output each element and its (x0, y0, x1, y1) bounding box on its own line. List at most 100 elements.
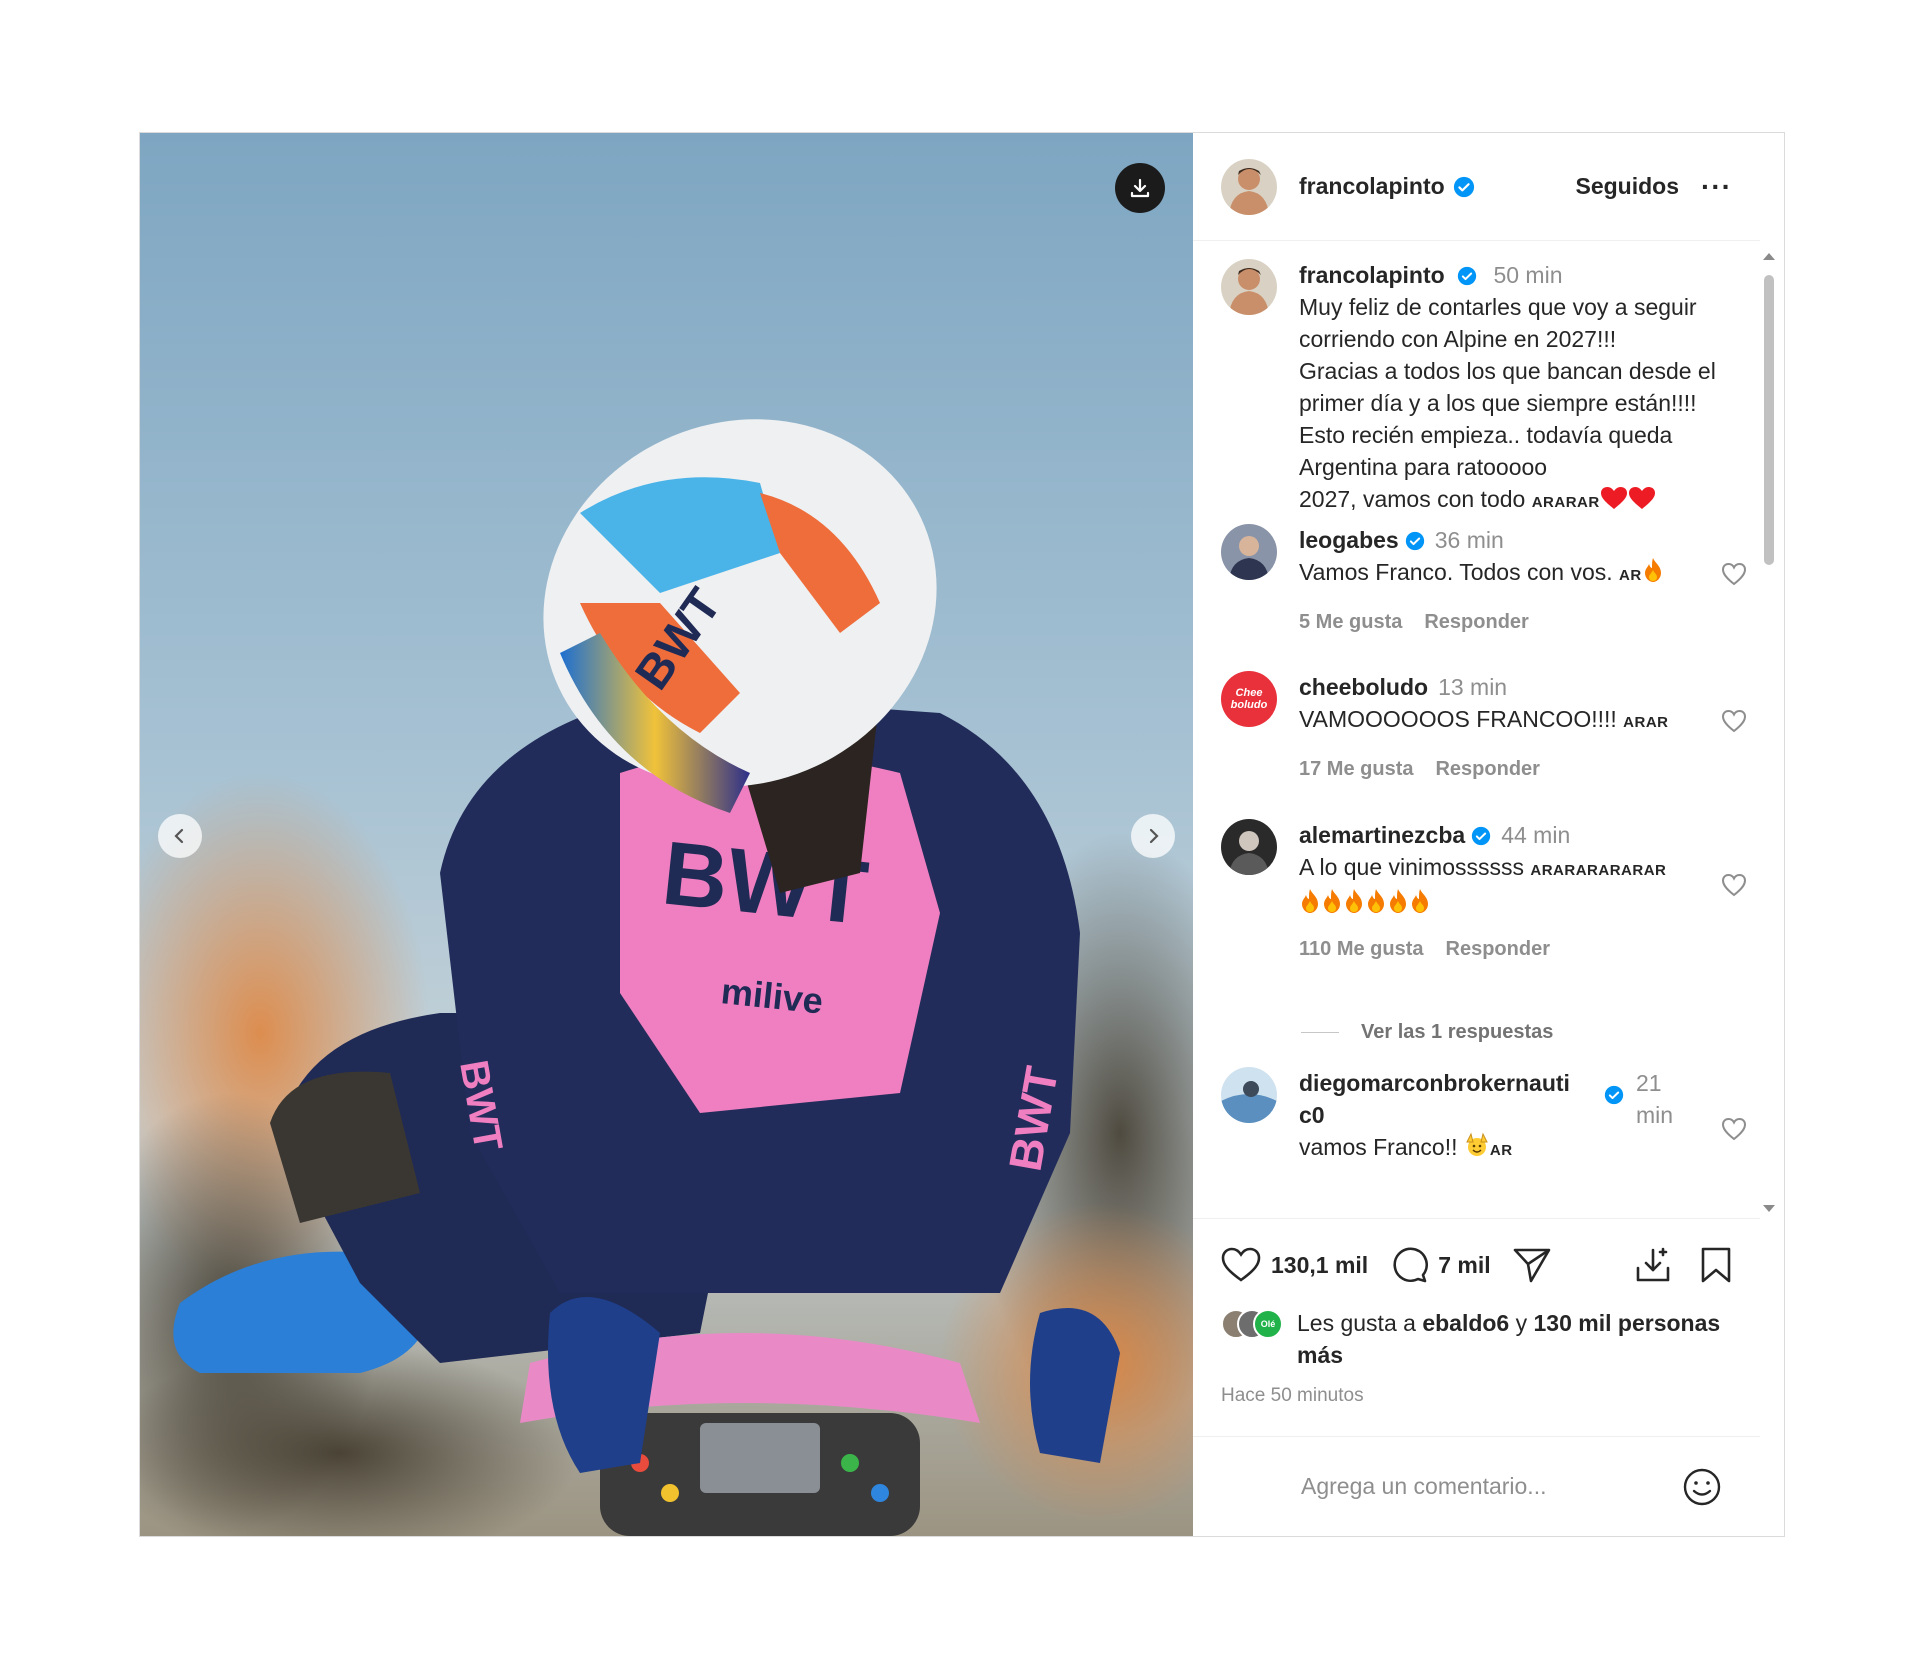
comment-like-heart-icon[interactable] (1721, 562, 1747, 586)
comment-text: vamos Franco!! (1299, 1134, 1458, 1160)
bookmark-button[interactable] (1700, 1246, 1732, 1284)
scrollbar-thumb[interactable] (1764, 275, 1774, 565)
post-header: francolapinto Seguidos ··· (1193, 133, 1760, 241)
heart-icon (1221, 1247, 1261, 1282)
following-button[interactable]: Seguidos (1576, 173, 1680, 200)
mini-avatar: Olé (1253, 1309, 1283, 1339)
commenter-avatar-image (1221, 524, 1277, 580)
reply-button[interactable]: Responder (1435, 758, 1539, 780)
scroll-down-arrow[interactable] (1763, 1205, 1775, 1212)
caption-last-text: 2027, vamos con todo (1299, 486, 1526, 512)
save-to-collection-button[interactable] (1634, 1246, 1672, 1284)
commenter-avatar-image (1221, 819, 1277, 875)
caption-line: Muy feliz de contarles que voy a seguir (1299, 294, 1697, 320)
likes-more[interactable]: más (1297, 1342, 1343, 1368)
emoji-picker-icon[interactable] (1682, 1467, 1722, 1507)
comment-input[interactable] (1301, 1473, 1681, 1500)
comment-text: A lo que vinimossssss (1299, 854, 1524, 880)
commenter-avatar[interactable]: Chee boludo (1221, 671, 1277, 727)
comment-username[interactable]: diegomarconbrokernauti (1299, 1070, 1570, 1096)
more-options-button[interactable]: ··· (1701, 172, 1732, 201)
post-actions-footer: 130,1 mil 7 mil Olé Les gusta a ebaldo6 … (1193, 1218, 1760, 1407)
fire-icon (1346, 889, 1362, 913)
comment-item: Chee boludo cheeboludo 13 min VAMOOOOOOS … (1221, 671, 1747, 785)
post-media[interactable]: BWT milive BWT BWT BWT (140, 133, 1193, 1536)
download-button[interactable] (1115, 163, 1165, 213)
share-button[interactable] (1513, 1247, 1551, 1283)
liked-by-summary[interactable]: Olé Les gusta a ebaldo6 y 130 mil person… (1221, 1307, 1732, 1371)
caption-line: Gracias a todos los que bancan desde el (1299, 358, 1716, 384)
chevron-right-icon (1149, 828, 1159, 844)
chevron-left-icon (174, 828, 184, 844)
fire-icon (1302, 889, 1318, 913)
post-side-panel: francolapinto Seguidos ··· francolapinto… (1193, 133, 1784, 1536)
caption-username[interactable]: francolapinto (1299, 262, 1445, 288)
fire-icon (1324, 889, 1340, 913)
caption-flags: ARARAR (1531, 494, 1600, 511)
fire-icon (1412, 889, 1428, 913)
commenter-avatar-image (1221, 1067, 1277, 1123)
comment-like-heart-icon[interactable] (1721, 873, 1747, 897)
red-heart-icon (1600, 487, 1627, 509)
comment-item: diegomarconbrokernauti c0 21 min vamos F… (1221, 1067, 1747, 1167)
red-heart-icon (1628, 487, 1655, 509)
caption-avatar[interactable] (1221, 259, 1277, 315)
author-avatar[interactable] (1221, 158, 1277, 215)
comment-time: 44 min (1501, 822, 1571, 848)
comment-time: 36 min (1434, 527, 1504, 553)
hands-up-emoji-icon (1466, 1132, 1488, 1156)
driver-photo: BWT milive BWT BWT BWT (140, 133, 1193, 1536)
comment-username[interactable]: leogabes (1299, 527, 1399, 553)
comment-like-heart-icon[interactable] (1721, 709, 1747, 733)
comment-button[interactable] (1390, 1246, 1429, 1284)
comment-username-continued[interactable]: c0 (1299, 1102, 1325, 1128)
likes-count[interactable]: 130,1 mil (1271, 1252, 1368, 1279)
previous-image-button[interactable] (158, 814, 202, 858)
commenter-avatar[interactable] (1221, 1067, 1277, 1123)
fire-icon (1368, 889, 1384, 913)
fire-icon (1390, 889, 1406, 913)
bookmark-icon (1701, 1247, 1731, 1283)
comments-count[interactable]: 7 mil (1438, 1252, 1490, 1279)
verified-badge-icon (1453, 176, 1474, 197)
comment-flags: AR (1489, 1142, 1513, 1159)
post-timestamp[interactable]: Hace 50 minutos (1221, 1385, 1732, 1407)
comment-likes[interactable]: 110 Me gusta (1299, 938, 1424, 960)
caption-line: Esto recién empieza.. todavía queda (1299, 422, 1673, 448)
post-caption: francolapinto 50 min Muy feliz de contar… (1221, 259, 1731, 519)
comment-time: 13 min (1438, 674, 1508, 700)
commenter-avatar[interactable] (1221, 819, 1277, 875)
caption-last-line: 2027, vamos con todo ARARAR (1299, 483, 1716, 519)
action-bar-right (1634, 1246, 1732, 1284)
comment-like-heart-icon[interactable] (1721, 1117, 1747, 1141)
reply-button[interactable]: Responder (1424, 611, 1528, 633)
reply-button[interactable]: Responder (1446, 938, 1550, 960)
verified-badge-icon (1405, 531, 1424, 551)
view-replies-button[interactable]: Ver las 1 respuestas (1301, 1021, 1553, 1044)
likes-others[interactable]: 130 mil personas (1534, 1310, 1721, 1336)
comment-likes[interactable]: 5 Me gusta (1299, 611, 1402, 633)
download-tray-icon (1636, 1247, 1670, 1282)
fire-emoji-row (1299, 887, 1689, 919)
comments-scrollbar[interactable] (1762, 249, 1776, 1212)
instagram-post-modal: BWT milive BWT BWT BWT francolapinto Seg… (139, 132, 1785, 1537)
caption-time: 50 min (1493, 262, 1563, 288)
comment-username[interactable]: alemartinezcba (1299, 822, 1465, 848)
scroll-up-arrow[interactable] (1763, 253, 1775, 260)
commenter-avatar[interactable] (1221, 524, 1277, 580)
author-username[interactable]: francolapinto (1299, 173, 1445, 200)
liked-by-username[interactable]: ebaldo6 (1422, 1310, 1509, 1336)
caption-line: corriendo con Alpine en 2027!!! (1299, 326, 1617, 352)
comment-text: Vamos Franco. Todos con vos. (1299, 559, 1613, 585)
caption-avatar-image (1221, 259, 1277, 315)
comment-likes[interactable]: 17 Me gusta (1299, 758, 1413, 780)
comment-text: VAMOOOOOOS FRANCOO!!!! (1299, 706, 1617, 732)
send-paper-plane-icon (1513, 1248, 1550, 1283)
comments-scroll-area[interactable]: francolapinto 50 min Muy feliz de contar… (1193, 241, 1784, 1218)
action-bar: 130,1 mil 7 mil (1221, 1237, 1732, 1293)
comment-username[interactable]: cheeboludo (1299, 674, 1428, 700)
likes-text: Les gusta a ebaldo6 y 130 mil personas m… (1297, 1307, 1720, 1371)
like-button[interactable] (1221, 1247, 1261, 1283)
next-image-button[interactable] (1131, 814, 1175, 858)
likes-joiner: y (1515, 1310, 1528, 1336)
